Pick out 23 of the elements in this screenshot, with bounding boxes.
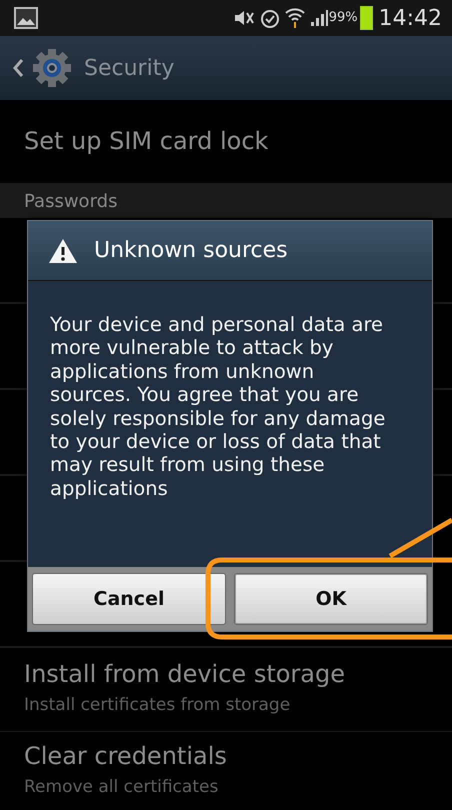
setting-subtitle: Remove all certificates [24, 776, 220, 800]
signal-icon [308, 8, 329, 28]
alarm-icon [258, 7, 281, 29]
picture-icon [14, 7, 38, 29]
screen-title: Security [84, 54, 174, 82]
mute-icon [232, 9, 255, 27]
clock-time: 14:42 [378, 4, 442, 32]
section-header: Passwords [24, 190, 118, 214]
settings-icon [32, 48, 72, 88]
dialog-title: Unknown sources [94, 237, 288, 265]
leader-line [388, 518, 452, 558]
battery-percent: 99% [328, 9, 358, 28]
setting-title[interactable]: Install from device storage [24, 660, 428, 690]
warning-icon [48, 238, 78, 264]
setting-subtitle: Install certificates from storage [24, 694, 292, 718]
battery-icon [360, 6, 373, 30]
wifi-icon [284, 7, 305, 29]
dialog-button[interactable]: OK [234, 573, 428, 625]
back-icon[interactable] [12, 58, 24, 78]
dialog-button[interactable]: Cancel [32, 573, 226, 625]
setting-title[interactable]: Clear credentials [24, 742, 428, 772]
dialog-message: Your device and personal data are more vulnerable to attack by applications from unknown sources. You agree that you are solely responsible for any damage to your device or loss of data that may result from using these applications [50, 313, 386, 500]
setting-title[interactable]: Set up SIM card lock [24, 127, 428, 156]
